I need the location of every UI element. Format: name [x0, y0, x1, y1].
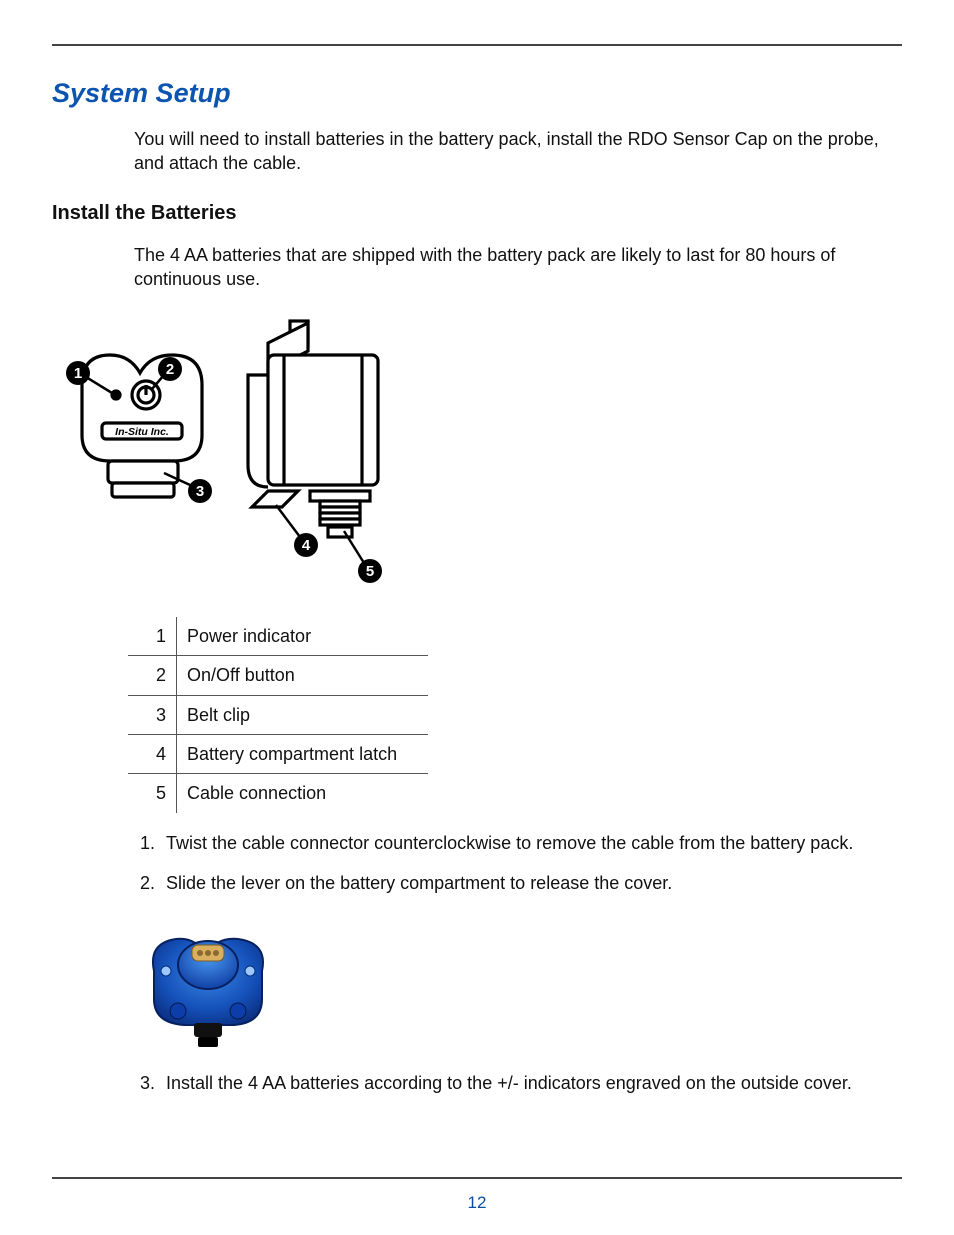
battery-pack-diagram: In-Situ Inc.: [52, 315, 902, 595]
battery-pack-bottom-image: [140, 911, 892, 1051]
svg-text:2: 2: [166, 361, 174, 378]
sub-intro-paragraph: The 4 AA batteries that are shipped with…: [134, 243, 892, 292]
table-row: 1 Power indicator: [128, 617, 428, 656]
legend-num: 4: [128, 735, 177, 774]
legend-table: 1 Power indicator 2 On/Off button 3 Belt…: [128, 617, 428, 812]
step-item: Install the 4 AA batteries according to …: [160, 1071, 892, 1095]
legend-num: 3: [128, 695, 177, 734]
intro-paragraph: You will need to install batteries in th…: [134, 127, 892, 176]
table-row: 3 Belt clip: [128, 695, 428, 734]
steps-list: Twist the cable connector counterclockwi…: [134, 831, 892, 896]
callout-marker-4: 4: [276, 505, 318, 557]
diagram-brand-text: In-Situ Inc.: [115, 426, 169, 438]
table-row: 4 Battery compartment latch: [128, 735, 428, 774]
legend-num: 2: [128, 656, 177, 695]
steps-container: Twist the cable connector counterclockwi…: [134, 831, 892, 1096]
header-rule: [52, 44, 902, 46]
svg-text:3: 3: [196, 483, 204, 500]
page-number: 12: [0, 1193, 954, 1213]
svg-text:1: 1: [74, 365, 82, 382]
photo-svg: [140, 911, 280, 1051]
page-content: System Setup You will need to install ba…: [52, 78, 902, 1165]
footer-rule: [52, 1177, 902, 1179]
step-item: Slide the lever on the battery compartme…: [160, 871, 892, 895]
diagram-svg: In-Situ Inc.: [52, 315, 412, 595]
legend-label: Belt clip: [177, 695, 429, 734]
legend-container: 1 Power indicator 2 On/Off button 3 Belt…: [134, 617, 892, 812]
legend-label: Power indicator: [177, 617, 429, 656]
table-row: 5 Cable connection: [128, 774, 428, 813]
svg-text:4: 4: [302, 537, 311, 554]
steps-list-continued: Install the 4 AA batteries according to …: [134, 1071, 892, 1095]
legend-label: On/Off button: [177, 656, 429, 695]
svg-text:5: 5: [366, 563, 374, 580]
step-item: Twist the cable connector counterclockwi…: [160, 831, 892, 855]
legend-num: 5: [128, 774, 177, 813]
subsection-title: Install the Batteries: [52, 202, 902, 225]
page: System Setup You will need to install ba…: [0, 0, 954, 1235]
callout-marker-5: 5: [344, 531, 382, 583]
table-row: 2 On/Off button: [128, 656, 428, 695]
legend-num: 1: [128, 617, 177, 656]
legend-label: Cable connection: [177, 774, 429, 813]
section-title: System Setup: [52, 78, 902, 109]
legend-label: Battery compartment latch: [177, 735, 429, 774]
